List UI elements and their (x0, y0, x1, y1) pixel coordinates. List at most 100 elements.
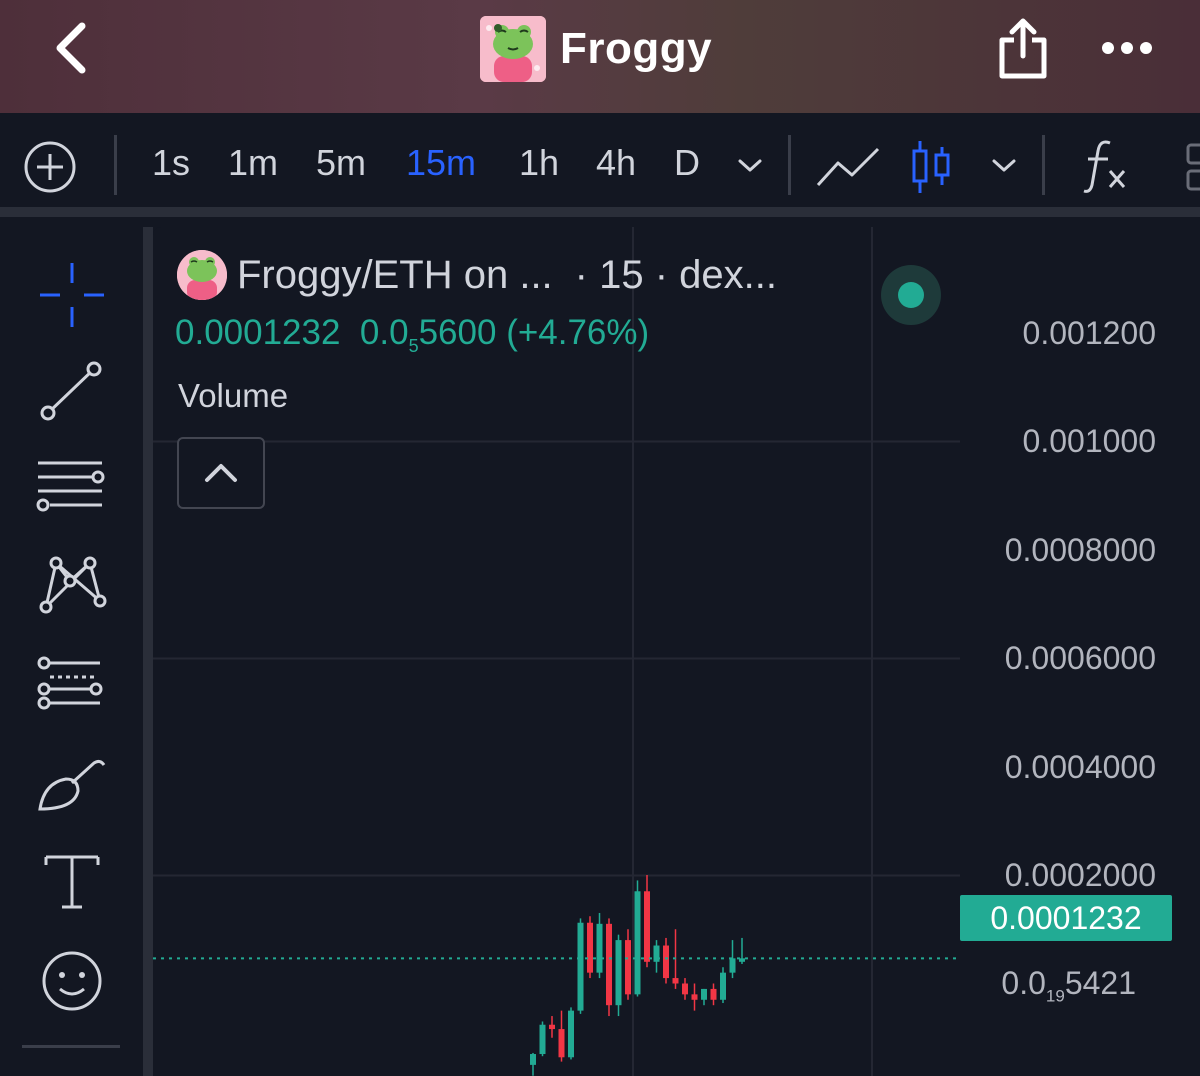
emoji-tool[interactable] (30, 943, 114, 1019)
candle-body (634, 891, 641, 995)
share-icon (999, 18, 1047, 79)
change-value: 5600 (418, 313, 497, 352)
toolbar-divider (788, 135, 791, 195)
line-chart-button[interactable] (814, 143, 882, 196)
price-axis-label: 0.0002000 (1004, 857, 1156, 893)
bottom-prefix: 0.0 (1001, 965, 1046, 1001)
candlestick-icon (912, 141, 950, 193)
market-status[interactable] (881, 265, 941, 325)
indicators-button[interactable] (1082, 137, 1130, 198)
symbol-meta: · 15 · dex... (574, 252, 777, 297)
symbol-name[interactable]: Froggy/ETH on ... (237, 253, 553, 298)
crosshair-icon (40, 263, 104, 327)
interval-15m[interactable]: 15m (406, 141, 476, 185)
share-button[interactable] (996, 16, 1050, 80)
last-price-tag: 0.0001232 (960, 895, 1172, 941)
text-icon (44, 855, 100, 909)
candle-body (577, 922, 584, 1011)
candle-body (625, 940, 631, 995)
volume-label: Volume (178, 377, 289, 414)
price-axis-label: 0.0006000 (1004, 640, 1156, 676)
brush-icon (38, 759, 106, 811)
fib-retracement-tool[interactable] (30, 649, 114, 725)
fx-icon (1083, 140, 1126, 193)
candle-body (691, 994, 698, 1000)
back-button[interactable] (48, 20, 100, 76)
interval-4h[interactable]: 4h (596, 141, 636, 185)
candle-body (539, 1024, 546, 1055)
price-axis-label: 0.001200 (1022, 315, 1156, 351)
text-tool[interactable] (30, 845, 114, 921)
current-price: 0.0001232 (175, 313, 341, 352)
price-change-row: 0.0001232 0.055600 (+4.76%) (175, 313, 649, 357)
emoji-icon (42, 951, 102, 1011)
chevron-down-icon (992, 159, 1016, 172)
pattern-icon (39, 556, 107, 614)
pane-separator (143, 227, 153, 1076)
drawing-toolbar (0, 227, 143, 1076)
symbol-avatar (177, 250, 227, 300)
pattern-tool[interactable] (30, 551, 114, 627)
trend-line-tool[interactable] (30, 355, 114, 431)
chart-type-dropdown-button[interactable] (990, 153, 1018, 182)
more-button[interactable] (1100, 30, 1154, 66)
change-zeros: 5 (408, 336, 419, 356)
crosshair-tool[interactable] (30, 257, 114, 333)
interval-d[interactable]: D (674, 141, 700, 185)
line-chart-icon (816, 147, 880, 187)
candle-body (710, 988, 717, 1000)
change-percent: (+4.76%) (506, 313, 650, 352)
trend-line-icon (40, 361, 102, 421)
chevron-up-icon (205, 464, 237, 482)
candle-body (729, 958, 736, 973)
candle-body (701, 988, 707, 1000)
fib-retracement-icon (37, 656, 103, 710)
price-axis-label-bottom: 0.0195421 (1001, 965, 1136, 1006)
bottom-rest: 5421 (1064, 965, 1136, 1001)
bottom-zeros: 19 (1045, 986, 1065, 1006)
token-title: Froggy (480, 16, 712, 82)
layout-icon (1186, 143, 1200, 191)
candle-body (682, 983, 688, 995)
candlestick-chart-button[interactable] (908, 139, 954, 200)
token-avatar (480, 16, 546, 82)
candle-body (672, 978, 679, 984)
chart-pane[interactable]: Froggy/ETH on ... · 15 · dex... 0.000123… (153, 227, 1200, 1076)
page-title: Froggy (560, 24, 713, 73)
frog-avatar-icon (480, 16, 546, 82)
chart-toolbar: 1s 1m 5m 15m 1h 4h D (0, 113, 1200, 217)
price-axis-label: 0.001000 (1022, 423, 1156, 459)
layout-button[interactable] (1184, 141, 1200, 198)
candle-body (653, 945, 660, 962)
interval-5m[interactable]: 5m (316, 141, 366, 185)
interval-1s[interactable]: 1s (152, 141, 190, 185)
tools-divider (22, 1045, 120, 1048)
candle-body (663, 945, 669, 979)
more-horizontal-icon (1102, 42, 1152, 54)
add-symbol-button[interactable] (22, 139, 78, 200)
candle-body (549, 1024, 555, 1030)
horizontal-lines-icon (36, 461, 105, 512)
price-axis-label: 0.0008000 (1004, 532, 1156, 568)
horizontal-lines-tool[interactable] (30, 453, 114, 529)
candle-body (558, 1029, 565, 1058)
interval-dropdown-button[interactable] (736, 153, 764, 182)
candle-body (606, 923, 612, 1006)
interval-1h[interactable]: 1h (519, 141, 559, 185)
chevron-down-icon (738, 159, 762, 172)
chevron-left-icon (56, 22, 86, 74)
candle-body (615, 940, 622, 1006)
chart-legend: Froggy/ETH on ... · 15 · dex... (177, 247, 941, 325)
frog-avatar-icon (177, 250, 227, 300)
app-header: Froggy (0, 0, 1200, 113)
symbol-row: Froggy/ETH on ... · 15 · dex... (177, 247, 777, 303)
candle-body (587, 922, 593, 973)
candle-body (596, 923, 603, 973)
collapse-legend-button[interactable] (177, 437, 265, 509)
candle-body (530, 1054, 536, 1065)
brush-tool[interactable] (30, 747, 114, 823)
candle-body (644, 891, 650, 962)
plus-circle-icon (24, 141, 76, 193)
interval-1m[interactable]: 1m (228, 141, 278, 185)
toolbar-divider (114, 135, 117, 195)
